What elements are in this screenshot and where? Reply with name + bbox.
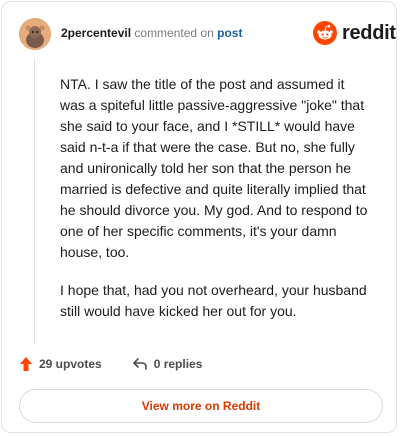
comment-stats: 29 upvotes 0 replies: [19, 356, 202, 372]
post-link[interactable]: post: [217, 26, 242, 40]
reply-arrow-icon: [132, 358, 147, 370]
comment-header: 2percentevil commented on post: [61, 26, 242, 40]
header-action-text: commented on: [134, 26, 214, 40]
reddit-snoo-icon: [313, 21, 337, 45]
username-link[interactable]: 2percentevil: [61, 26, 131, 40]
replies-stat[interactable]: 0 replies: [132, 357, 203, 371]
comment-body: NTA. I saw the title of the post and ass…: [60, 74, 372, 339]
replies-count: 0 replies: [153, 357, 203, 371]
thread-line: [34, 58, 35, 344]
comment-paragraph: NTA. I saw the title of the post and ass…: [60, 76, 368, 260]
view-more-button[interactable]: View more on Reddit: [19, 389, 383, 423]
upvotes-stat[interactable]: 29 upvotes: [19, 356, 102, 372]
comment-paragraph: I hope that, had you not overheard, your…: [60, 282, 367, 319]
reddit-logo[interactable]: reddit: [313, 21, 396, 45]
avatar-icon: [19, 18, 51, 50]
user-avatar[interactable]: [19, 18, 51, 50]
upvotes-count: 29 upvotes: [39, 357, 102, 371]
upvote-arrow-icon: [20, 357, 32, 371]
embedded-comment-card: 2percentevil commented on post reddit NT…: [1, 1, 397, 433]
reddit-wordmark: reddit: [342, 21, 396, 44]
